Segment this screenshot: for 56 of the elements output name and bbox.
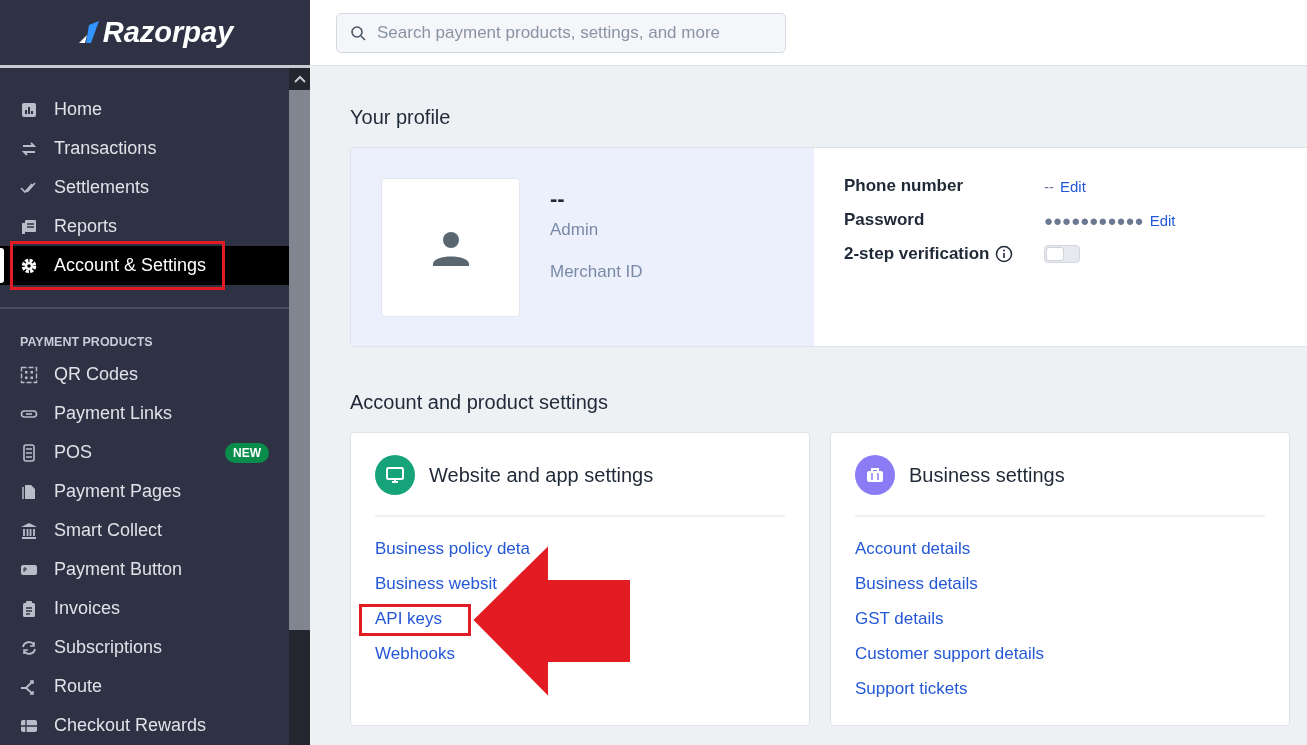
- field-label: Phone number: [844, 176, 963, 196]
- settings-icon: [20, 256, 38, 275]
- edit-link[interactable]: Edit: [1060, 177, 1086, 195]
- merchant-id-label: Merchant ID: [550, 262, 643, 282]
- search-field[interactable]: Search payment products, settings, and more: [336, 13, 786, 53]
- nav-item[interactable]: Route: [0, 667, 289, 706]
- nav-item[interactable]: Subscriptions: [0, 628, 289, 667]
- field-label: 2-step verification: [844, 244, 990, 264]
- qr-code-icon: [20, 365, 38, 384]
- nav-item[interactable]: POS NEW: [0, 433, 289, 472]
- clipboard-icon: [20, 599, 38, 618]
- section-title: PAYMENT PRODUCTS: [19, 335, 154, 349]
- field-value: --: [1044, 177, 1054, 195]
- nav-item[interactable]: Smart Collect: [0, 511, 289, 550]
- nav-item[interactable]: Invoices: [0, 589, 289, 628]
- nav-item[interactable]: Payment Links: [0, 394, 289, 433]
- profile-role: Admin: [550, 220, 600, 240]
- settings-link[interactable]: GST details: [855, 609, 944, 629]
- info-icon[interactable]: [994, 245, 1013, 263]
- settings-link[interactable]: API keys: [375, 609, 443, 629]
- search-icon: [350, 25, 366, 41]
- settings-link[interactable]: Account details: [855, 539, 971, 559]
- nav-item[interactable]: Reports: [0, 207, 289, 246]
- logo-text: Razorpay: [102, 16, 234, 49]
- nav-item[interactable]: Account & Settings: [0, 246, 289, 285]
- nav-item[interactable]: Settlements: [0, 168, 289, 207]
- card-title: Business settings: [909, 463, 1065, 487]
- scroll-up-icon[interactable]: [293, 75, 306, 83]
- settings-link[interactable]: Customer support details: [855, 644, 1044, 664]
- field-value: ●●●●●●●●●●●: [1044, 211, 1144, 229]
- section-heading: Your profile: [350, 106, 452, 129]
- toggle-switch[interactable]: [1044, 245, 1080, 263]
- settings-link[interactable]: Business policy deta: [375, 539, 530, 559]
- section-heading: Account and product settings: [350, 391, 609, 414]
- settings-link[interactable]: Business details: [855, 574, 978, 594]
- nav-item[interactable]: QR Codes: [0, 355, 289, 394]
- nav-item[interactable]: Checkout Rewards: [0, 706, 289, 745]
- card-machine-icon: [20, 443, 38, 462]
- new-badge: NEW: [225, 442, 269, 463]
- page-icon: [20, 482, 38, 501]
- chart-icon: [20, 100, 38, 119]
- field-label: Password: [844, 210, 925, 230]
- profile-name: --: [550, 186, 566, 212]
- bank-icon: [20, 521, 38, 540]
- settings-link[interactable]: Support tickets: [855, 679, 968, 699]
- settings-link[interactable]: Webhooks: [375, 644, 455, 664]
- edit-link[interactable]: Edit: [1149, 211, 1176, 229]
- document-icon: [20, 217, 38, 236]
- nav-item[interactable]: Transactions: [0, 129, 289, 168]
- card-title: Website and app settings: [429, 463, 654, 487]
- settings-link[interactable]: Business websit: [375, 574, 497, 594]
- swap-icon: [20, 139, 38, 158]
- nav-item[interactable]: Home: [0, 90, 289, 129]
- refresh-icon: [20, 638, 38, 657]
- nav-item[interactable]: Payment Pages: [0, 472, 289, 511]
- nav-item[interactable]: Payment Button: [0, 550, 289, 589]
